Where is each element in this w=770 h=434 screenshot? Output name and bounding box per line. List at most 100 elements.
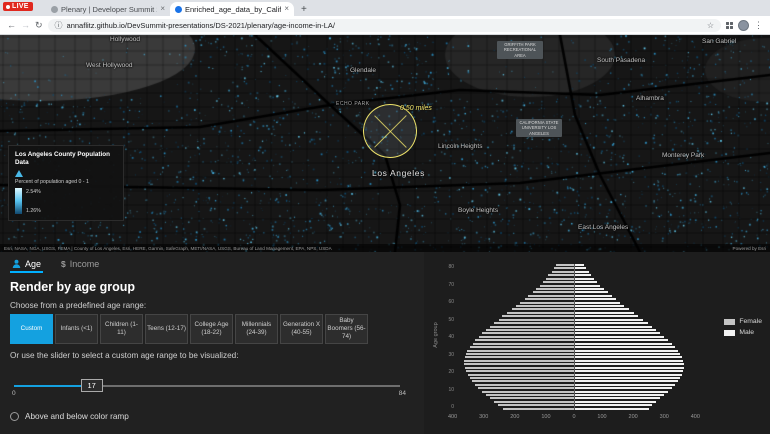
male-bar [574, 284, 601, 287]
male-bar [574, 267, 587, 270]
male-bar [574, 370, 684, 373]
map-place-label: East Los Angeles [578, 224, 629, 231]
y-tick-label: 50 [448, 316, 454, 323]
browser-tab-plenary[interactable]: Plenary | Developer Summit 2 × [46, 2, 170, 16]
color-ramp-option[interactable]: Above and below color ramp [10, 412, 414, 421]
slider-thumb[interactable]: 17 [80, 379, 103, 392]
panel-heading: Render by age group [10, 280, 136, 294]
male-bar [574, 277, 594, 280]
ramp-min-label: 1.26% [26, 208, 41, 215]
control-panel: Age $ Income Render by age group Choose … [0, 252, 770, 434]
male-bar [574, 390, 669, 393]
female-bar [525, 298, 574, 301]
tab-age[interactable]: Age [10, 256, 44, 273]
url-text[interactable]: annaflitz.github.io/DevSummit-presentati… [67, 21, 703, 30]
tab-income[interactable]: $ Income [59, 256, 101, 273]
female-bar [464, 366, 574, 369]
female-bar [546, 277, 574, 280]
male-bar [574, 311, 634, 314]
legend-subtitle: Percent of population aged 0 - 1 [15, 179, 89, 186]
y-tick-label: 70 [448, 281, 454, 288]
male-bar [574, 291, 608, 294]
map-view[interactable]: Hollywood West Hollywood Glendale ECHO PARK… [0, 35, 770, 252]
legend-title: Los Angeles County Population Data [15, 151, 110, 167]
female-bar [489, 397, 574, 400]
female-bar [464, 356, 574, 359]
female-bar [463, 363, 574, 366]
population-pyramid-chart: Age group 80 70 60 50 40 30 20 10 0 400 300 200 100… [424, 252, 770, 434]
age-range-button-millennials-24-39[interactable]: Millennials (24-39) [235, 314, 278, 344]
live-dot-icon [6, 4, 10, 9]
chart-center-axis [574, 264, 575, 410]
male-bar [574, 325, 652, 328]
tab-close-icon[interactable]: × [160, 5, 165, 13]
predefined-range-label: Choose from a predefined age range: [10, 301, 147, 310]
new-tab-button[interactable]: + [294, 4, 314, 16]
url-bar[interactable]: ⓘ annaflitz.github.io/DevSummit-presenta… [47, 18, 721, 32]
x-tick-label: 300 [479, 414, 489, 420]
chart-y-axis-label: Age group [433, 322, 439, 348]
legend-item-female: Female [724, 318, 762, 325]
female-bar [498, 404, 574, 407]
map-legend: Los Angeles County Population Data Perce… [8, 145, 124, 222]
browser-menu-icon[interactable]: ⋮ [754, 20, 763, 31]
forward-icon[interactable]: → [21, 20, 30, 30]
female-bar [511, 308, 574, 311]
age-range-button-college-age-18-22[interactable]: College Age (18-22) [190, 314, 233, 344]
age-range-button-baby-boomers-56-74[interactable]: Baby Boomers (56-74) [325, 314, 368, 344]
female-bar [520, 301, 574, 304]
age-slider[interactable]: 17 0 84 [10, 376, 414, 398]
tab-close-icon[interactable]: × [284, 5, 289, 13]
age-range-button-children-1-11[interactable]: Children (1-11) [100, 314, 143, 344]
x-tick-label: 0 [572, 414, 576, 420]
site-info-icon[interactable]: ⓘ [55, 20, 63, 31]
male-bar [574, 298, 616, 301]
profile-avatar[interactable] [738, 19, 749, 31]
female-bar [554, 267, 574, 270]
age-range-button-custom[interactable]: Custom [10, 314, 53, 344]
male-bar [574, 404, 653, 407]
male-bar [574, 305, 625, 308]
browser-tab-enriched-data[interactable]: Enriched_age_data_by_Califor × [170, 2, 294, 16]
female-bar [502, 407, 574, 410]
female-bar [472, 342, 574, 345]
back-icon[interactable]: ← [7, 20, 16, 30]
bookmark-star-icon[interactable]: ☆ [707, 21, 714, 30]
map-place-label: South Pasadena [597, 57, 646, 64]
female-bar [467, 373, 574, 376]
radio-icon[interactable] [10, 412, 19, 421]
chart-y-ticks: 80 70 60 50 40 30 20 10 0 [440, 264, 454, 410]
female-bar [498, 318, 574, 321]
browser-address-bar: ← → ↻ ⓘ annaflitz.github.io/DevSummit-pr… [0, 16, 770, 35]
female-bar [467, 349, 574, 352]
tab-title: Enriched_age_data_by_Califor [185, 4, 282, 14]
female-bar [551, 270, 574, 273]
age-range-button-infants-1[interactable]: Infants (<1) [55, 314, 98, 344]
female-bar [466, 352, 574, 355]
y-tick-label: 60 [448, 299, 454, 305]
reload-icon[interactable]: ↻ [35, 20, 43, 30]
female-bar [470, 346, 574, 349]
male-bar [574, 387, 672, 390]
male-bar [574, 315, 639, 318]
age-range-button-teens-12-17[interactable]: Teens (12-17) [145, 314, 188, 344]
buffer-circle-tool[interactable] [363, 104, 417, 158]
female-bar [478, 387, 574, 390]
x-tick-label: 300 [659, 414, 669, 420]
male-bar [574, 329, 657, 332]
female-bar [469, 376, 574, 379]
male-bar [574, 301, 621, 304]
slider-min-label: 0 [12, 390, 16, 397]
female-bar [494, 400, 574, 403]
x-tick-label: 100 [597, 414, 607, 420]
male-bar [574, 335, 665, 338]
age-range-button-generation-x-40-55[interactable]: Generation X (40-55) [280, 314, 323, 344]
female-bar [507, 311, 574, 314]
female-bar [474, 339, 574, 342]
extensions-icon[interactable] [726, 21, 733, 29]
tab-age-label: Age [25, 258, 42, 269]
map-place-label: Hollywood [110, 36, 140, 43]
x-tick-label: 200 [628, 414, 638, 420]
color-ramp-option-label: Above and below color ramp [25, 412, 129, 421]
y-tick-label: 80 [448, 264, 454, 270]
